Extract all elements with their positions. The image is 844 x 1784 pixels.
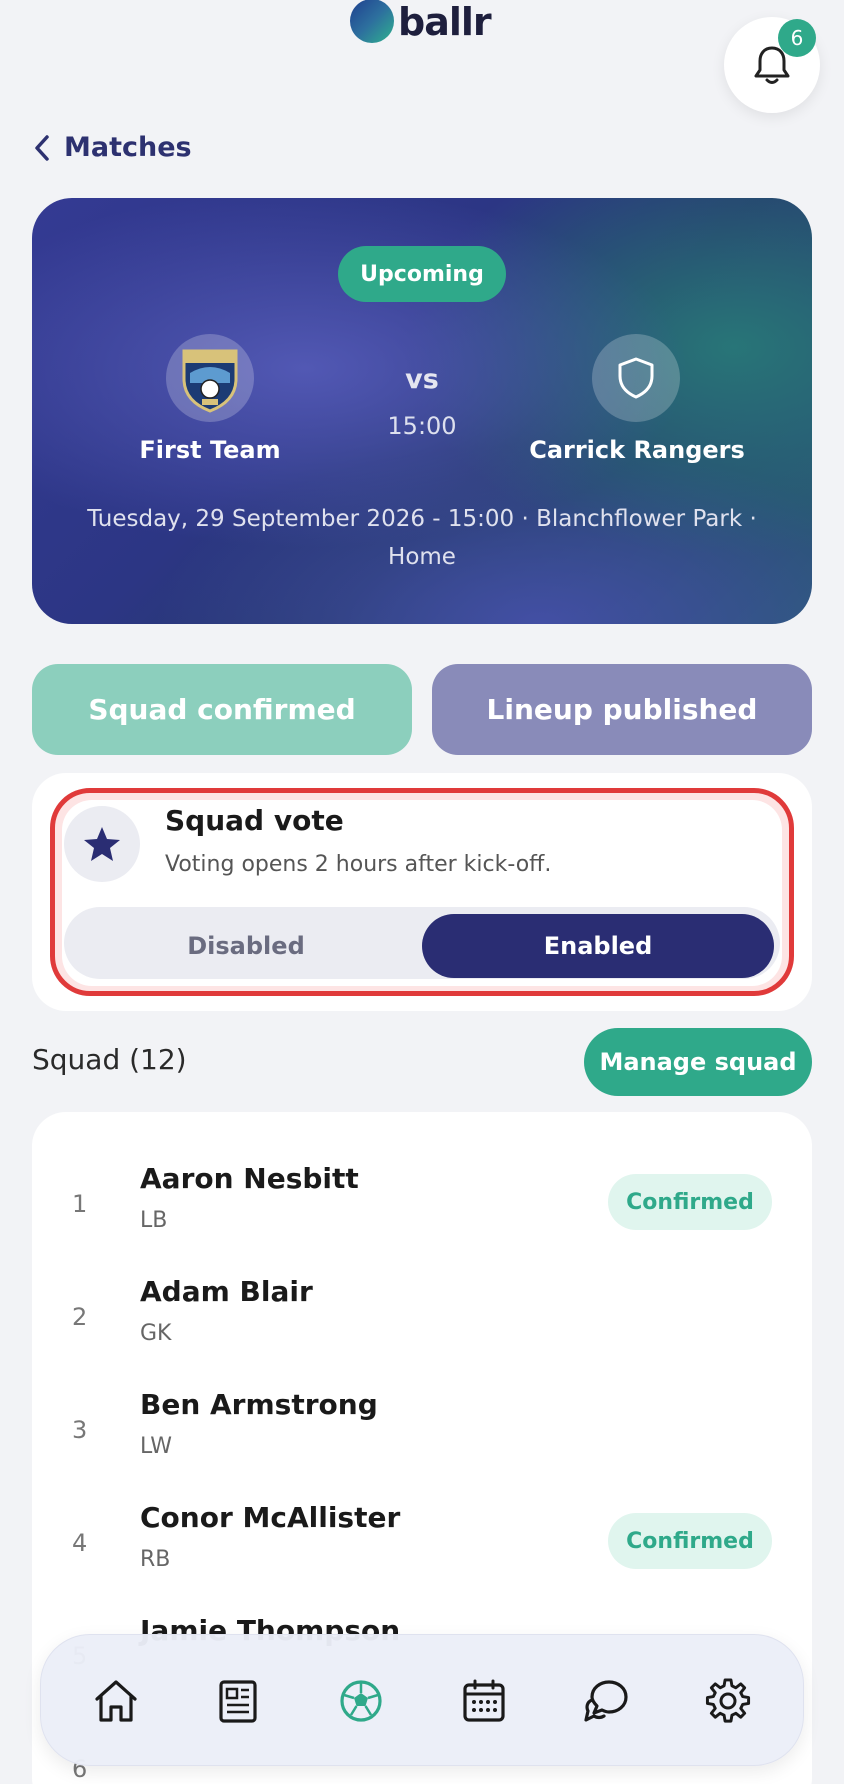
vs-label: vs <box>405 364 439 395</box>
match-details-line-2: Home <box>388 544 456 570</box>
logo-text: ballr <box>398 0 492 44</box>
player-position: RB <box>140 1547 171 1572</box>
home-icon <box>95 1680 137 1722</box>
settings-icon <box>705 1678 751 1723</box>
match-details-line-1: Tuesday, 29 September 2026 - 15:00 · Bla… <box>87 506 757 532</box>
back-label: Matches <box>64 132 192 163</box>
nav-matches[interactable] <box>336 1676 386 1726</box>
vote-enabled-option[interactable]: Enabled <box>422 914 774 978</box>
vote-disabled-option[interactable]: Disabled <box>70 914 422 978</box>
squad-vote-title: Squad vote <box>165 804 344 837</box>
match-details: Tuesday, 29 September 2026 - 15:00 · Bla… <box>72 500 772 576</box>
nav-calendar[interactable] <box>459 1676 509 1726</box>
nav-settings[interactable] <box>703 1676 753 1726</box>
nav-chat[interactable] <box>581 1676 631 1726</box>
player-row[interactable]: 3 Ben Armstrong LW <box>32 1376 812 1488</box>
chevron-left-icon <box>35 134 49 161</box>
away-team-name: Carrick Rangers <box>529 436 745 464</box>
nav-home[interactable] <box>91 1676 141 1726</box>
player-number: 3 <box>72 1416 88 1444</box>
squad-confirmed-button[interactable]: Squad confirmed <box>32 664 412 755</box>
manage-squad-button[interactable]: Manage squad <box>584 1028 812 1096</box>
calendar-icon <box>463 1679 505 1722</box>
nav-news[interactable] <box>213 1676 263 1726</box>
player-position: LW <box>140 1434 172 1459</box>
match-status-badge: Upcoming <box>338 246 506 302</box>
player-row[interactable]: 1 Aaron Nesbitt LB Confirmed <box>32 1150 812 1262</box>
player-row[interactable]: 4 Conor McAllister RB Confirmed <box>32 1489 812 1601</box>
player-number: 1 <box>72 1190 88 1218</box>
star-badge <box>64 806 140 882</box>
player-row[interactable]: 2 Adam Blair GK <box>32 1263 812 1375</box>
player-number: 4 <box>72 1529 88 1557</box>
squad-vote-subtitle: Voting opens 2 hours after kick-off. <box>165 852 552 877</box>
player-position: GK <box>140 1321 172 1346</box>
back-to-matches-link[interactable]: Matches <box>34 132 192 163</box>
news-icon <box>219 1680 257 1723</box>
notification-count-badge: 6 <box>778 19 816 57</box>
logo-mark <box>350 0 394 43</box>
confirmed-badge: Confirmed <box>608 1174 772 1230</box>
away-team-crest <box>592 334 680 422</box>
squad-title: Squad (12) <box>32 1043 187 1076</box>
club-crest-icon <box>182 349 238 413</box>
home-team-name: First Team <box>139 436 281 464</box>
ballr-logo: ballr <box>350 0 492 44</box>
match-card: Upcoming First Team vs 15:00 Carrick Ran… <box>32 198 812 624</box>
matches-icon <box>340 1680 382 1722</box>
bottom-navigation <box>40 1634 804 1766</box>
chat-icon <box>584 1680 628 1722</box>
player-name: Ben Armstrong <box>140 1388 378 1421</box>
player-number: 2 <box>72 1303 88 1331</box>
player-name: Conor McAllister <box>140 1501 401 1534</box>
player-position: LB <box>140 1208 168 1233</box>
player-name: Adam Blair <box>140 1275 313 1308</box>
home-team-crest <box>166 334 254 422</box>
confirmed-badge: Confirmed <box>608 1513 772 1569</box>
player-name: Aaron Nesbitt <box>140 1162 359 1195</box>
star-icon <box>84 827 120 861</box>
lineup-published-button[interactable]: Lineup published <box>432 664 812 755</box>
shield-icon <box>618 357 654 399</box>
kickoff-time: 15:00 <box>387 412 457 440</box>
